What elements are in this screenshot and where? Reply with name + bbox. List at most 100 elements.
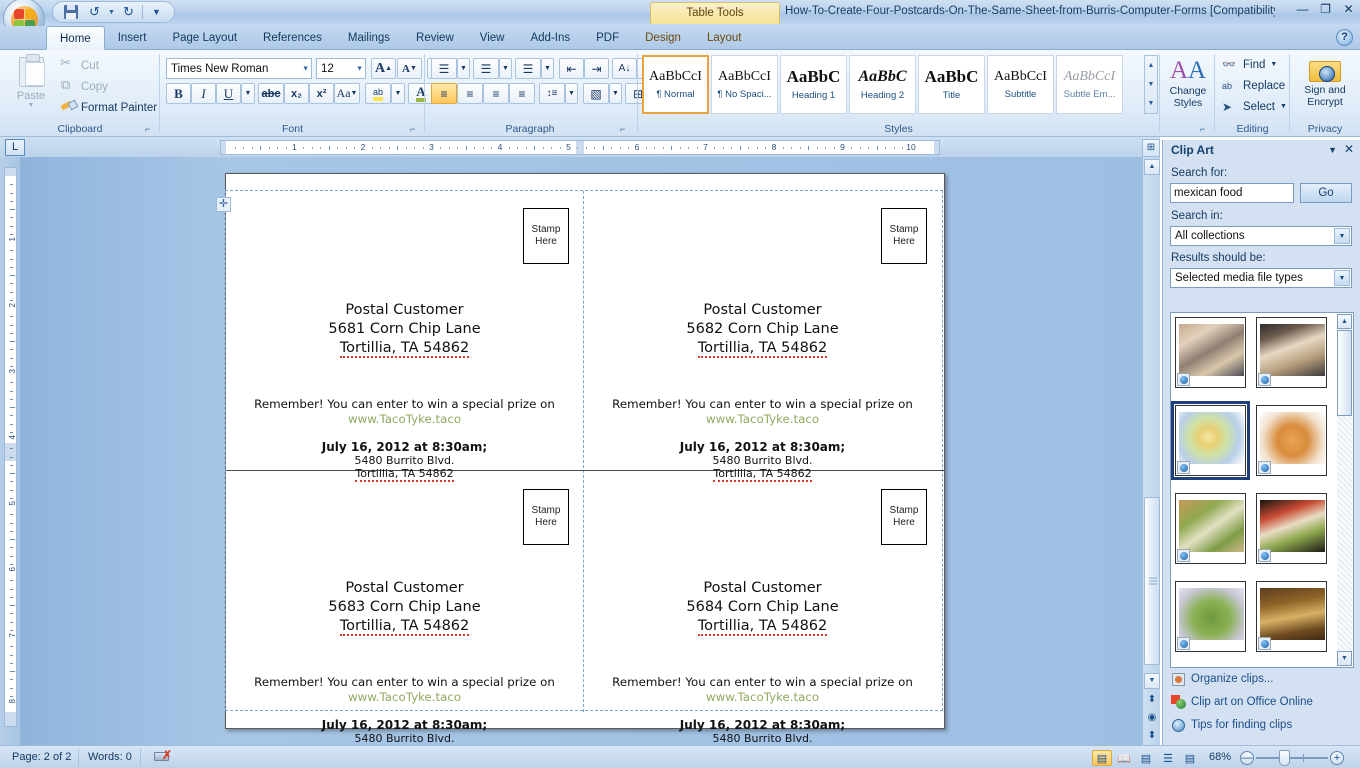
view-web-layout-button[interactable]: ▤ [1136,750,1156,766]
vertical-scrollbar[interactable]: ▲ ▼ ⬍ ◉ ⬍ [1142,157,1160,745]
clip-art-thumbnail[interactable] [1256,493,1327,564]
postcard-2[interactable]: Stamp Here Postal Customer 5682 Corn Chi… [584,191,941,482]
minimize-button[interactable]: — [1295,2,1310,16]
proofing-status-icon[interactable]: ✗ [148,749,177,766]
numbering-button[interactable]: ☰ [473,58,499,79]
text-highlight-button[interactable]: ab [365,83,391,104]
line-spacing-dropdown-icon[interactable]: ▼ [565,83,578,104]
clip-art-results[interactable]: ▲ ▼ [1170,312,1354,668]
underline-button[interactable]: U [216,83,241,104]
select-button[interactable]: ➤ Select ▼ [1220,97,1287,116]
change-styles-button[interactable]: AA Change Styles [1163,54,1213,116]
zoom-slider-track[interactable] [1256,757,1328,759]
shading-dropdown-icon[interactable]: ▼ [609,83,622,104]
italic-button[interactable]: I [191,83,216,104]
justify-button[interactable]: ≡ [509,83,535,104]
zoom-out-button[interactable]: — [1240,751,1254,765]
tab-mailings[interactable]: Mailings [335,26,403,50]
style-normal[interactable]: AaBbCcI ¶ Normal [642,55,709,114]
font-size-combo[interactable]: 12 ▼ [316,58,366,79]
document-workspace[interactable]: ✛ Stamp Here Postal Customer 5681 Corn C… [20,157,1142,745]
promo-url[interactable]: www.TacoTyke.taco [588,412,937,427]
highlight-dropdown-icon[interactable]: ▼ [391,83,405,104]
subscript-button[interactable]: x₂ [284,83,309,104]
underline-dropdown-icon[interactable]: ▼ [241,83,255,104]
zoom-in-button[interactable]: + [1330,751,1344,765]
undo-dropdown-icon[interactable]: ▼ [108,9,115,16]
clip-art-thumbnail[interactable] [1175,317,1246,388]
find-button[interactable]: 👓 Find ▼ [1220,55,1277,74]
view-print-layout-button[interactable]: ▤ [1092,750,1112,766]
sign-and-encrypt-button[interactable]: Sign and Encrypt [1295,54,1355,116]
clip-art-thumbnail[interactable] [1175,493,1246,564]
strikethrough-button[interactable]: abc [258,83,284,104]
clip-art-thumbnail-selected[interactable] [1171,401,1250,480]
clip-art-thumbnail[interactable] [1175,581,1246,652]
tab-page-layout[interactable]: Page Layout [159,26,250,50]
results-scroll-down-icon[interactable]: ▼ [1337,651,1352,666]
postcard-1[interactable]: Stamp Here Postal Customer 5681 Corn Chi… [226,191,583,482]
styles-gallery-scroll[interactable]: ▲ ▼ ▼ [1144,55,1158,114]
change-case-button[interactable]: Aa ▼ [334,83,360,104]
style-title[interactable]: AaBbC Title [918,55,985,114]
previous-page-icon[interactable]: ⬍ [1145,693,1159,707]
word-count[interactable]: Words: 0 [82,750,138,766]
bullets-button[interactable]: ☰ [431,58,457,79]
postcard-4[interactable]: Stamp Here Postal Customer 5684 Corn Chi… [584,471,941,745]
results-type-select[interactable]: Selected media file types ▼ [1170,268,1352,288]
sort-button[interactable]: A↓ [612,58,637,79]
grow-font-button[interactable]: A ▲ [371,58,396,79]
shrink-font-button[interactable]: A ▼ [397,58,422,79]
tab-pdf[interactable]: PDF [583,26,632,50]
tab-review[interactable]: Review [403,26,467,50]
zoom-slider-thumb[interactable] [1279,750,1290,766]
close-button[interactable]: ✕ [1341,2,1356,16]
postcard-table[interactable]: ✛ Stamp Here Postal Customer 5681 Corn C… [216,190,944,745]
redo-icon[interactable]: ↻ [118,3,139,21]
clip-art-thumbnail[interactable] [1256,581,1327,652]
postcard-3[interactable]: Stamp Here Postal Customer 5683 Corn Chi… [226,471,583,745]
style-subtitle[interactable]: AaBbCcI Subtitle [987,55,1054,114]
styles-dialog-launcher[interactable]: ⌐ [1200,124,1211,135]
align-center-button[interactable]: ≡ [457,83,483,104]
next-page-icon[interactable]: ⬍ [1145,729,1159,743]
vertical-ruler[interactable]: 1 2 3 4 5 6 7 8 [4,167,17,727]
search-in-select[interactable]: All collections ▼ [1170,226,1352,246]
results-scrollbar-thumb[interactable] [1337,330,1352,416]
multilevel-list-button[interactable]: ☰ [515,58,541,79]
superscript-button[interactable]: x² [309,83,334,104]
view-outline-button[interactable]: ☰ [1158,750,1178,766]
close-icon[interactable]: ✕ [1344,142,1354,156]
zoom-level[interactable]: 68% [1203,750,1237,766]
select-browse-object-button[interactable]: ⊞ [1142,139,1160,157]
gallery-more-icon[interactable]: ▼ [1148,94,1155,113]
shading-button[interactable]: ▧ [583,83,609,104]
paragraph-dialog-launcher[interactable]: ⌐ [620,124,631,135]
clipboard-dialog-launcher[interactable]: ⌐ [145,124,156,135]
results-scroll-up-icon[interactable]: ▲ [1337,314,1352,329]
tab-insert[interactable]: Insert [105,26,160,50]
clip-art-thumbnail[interactable] [1256,317,1327,388]
tips-for-finding-clips-link[interactable]: Tips for finding clips [1191,719,1292,731]
scroll-down-icon[interactable]: ▼ [1144,673,1160,689]
horizontal-ruler[interactable]: 1 2 3 4 5 6 7 8 9 10 [220,140,940,155]
page-indicator[interactable]: Page: 2 of 2 [6,750,77,766]
numbering-dropdown-icon[interactable]: ▼ [499,58,512,79]
restore-button[interactable]: ❐ [1318,2,1333,16]
replace-button[interactable]: ab Replace [1220,76,1285,95]
format-painter-button[interactable]: Format Painter [58,98,157,117]
multilevel-dropdown-icon[interactable]: ▼ [541,58,554,79]
cut-button[interactable]: Cut [58,55,99,75]
bold-button[interactable]: B [166,83,191,104]
tab-design[interactable]: Design [632,26,694,50]
results-scrollbar[interactable]: ▲ ▼ [1337,314,1352,666]
gallery-scroll-up-icon[interactable]: ▲ [1148,56,1155,75]
increase-indent-button[interactable]: ⇥ [584,58,609,79]
font-name-combo[interactable]: Times New Roman ▼ [166,58,312,79]
chevron-down-icon[interactable]: ▼ [1328,145,1337,155]
view-draft-button[interactable]: ▤ [1180,750,1200,766]
tab-home[interactable]: Home [46,26,105,50]
promo-url[interactable]: www.TacoTyke.taco [588,690,937,705]
tab-add-ins[interactable]: Add-Ins [517,26,583,50]
scroll-up-icon[interactable]: ▲ [1144,159,1160,175]
